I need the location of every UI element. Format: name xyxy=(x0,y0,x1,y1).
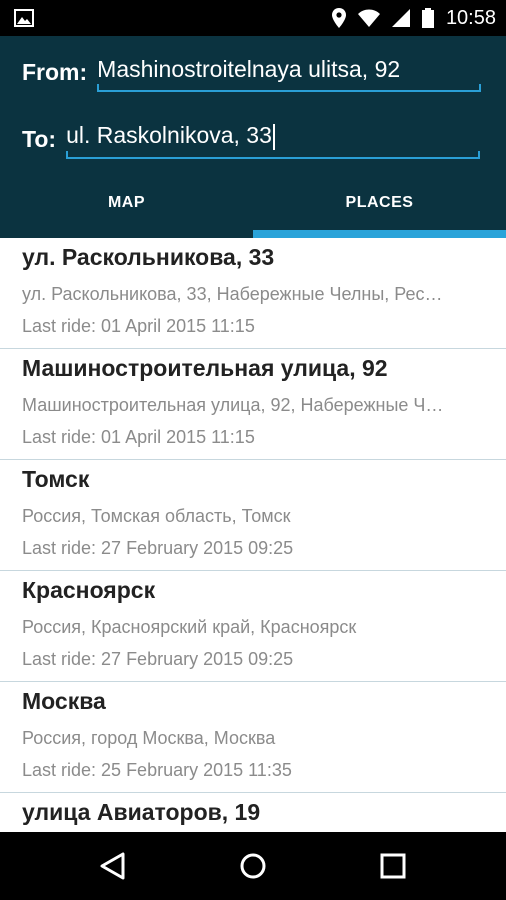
place-title: Красноярск xyxy=(22,577,156,603)
to-input[interactable]: ul. Raskolnikova, 33 xyxy=(66,122,481,159)
route-header: From: Mashinostroitelnaya ulitsa, 92 To:… xyxy=(0,36,506,238)
from-value: Mashinostroitelnaya ulitsa, 92 xyxy=(97,56,401,82)
tab-places-label: PLACES xyxy=(345,194,414,211)
tab-places[interactable]: PLACES xyxy=(253,168,506,238)
place-address: Машиностроительная улица, 92, Набережные… xyxy=(22,395,444,415)
home-icon[interactable] xyxy=(233,846,273,886)
navigation-bar xyxy=(0,832,506,900)
tab-map[interactable]: MAP xyxy=(0,168,253,238)
to-value: ul. Raskolnikova, 33 xyxy=(66,122,272,148)
to-underline xyxy=(66,150,481,159)
to-row: To: ul. Raskolnikova, 33 xyxy=(22,122,481,159)
list-item[interactable]: Москва Россия, город Москва, Москва Last… xyxy=(0,682,506,793)
list-item[interactable]: ул. Раскольникова, 33 ул. Раскольникова,… xyxy=(0,238,506,349)
clock: 10:58 xyxy=(445,6,496,29)
place-title: Томск xyxy=(22,466,90,492)
recents-icon[interactable] xyxy=(373,846,413,886)
place-title: ул. Раскольникова, 33 xyxy=(22,244,275,270)
place-address: Россия, Томская область, Томск xyxy=(22,506,291,526)
place-address: Россия, город Москва, Москва xyxy=(22,728,276,748)
place-title: Машиностроительная улица, 92 xyxy=(22,355,388,381)
place-title: Москва xyxy=(22,688,106,714)
back-icon[interactable] xyxy=(93,846,133,886)
place-last-ride: Last ride: 01 April 2015 11:15 xyxy=(22,316,255,336)
status-bar: 10:58 xyxy=(0,0,506,36)
tab-map-label: MAP xyxy=(107,194,146,211)
place-last-ride: Last ride: 25 February 2015 11:35 xyxy=(22,760,292,780)
image-icon xyxy=(14,9,34,27)
wifi-icon xyxy=(357,9,380,27)
battery-icon xyxy=(421,8,434,28)
list-item[interactable]: Красноярск Россия, Красноярский край, Кр… xyxy=(0,571,506,682)
from-label: From: xyxy=(22,59,88,85)
from-row: From: Mashinostroitelnaya ulitsa, 92 xyxy=(22,56,482,92)
to-label: To: xyxy=(22,125,57,152)
places-list: ул. Раскольникова, 33 ул. Раскольникова,… xyxy=(0,238,506,832)
place-last-ride: Last ride: 27 February 2015 09:25 xyxy=(22,538,294,558)
place-last-ride: Last ride: 01 April 2015 11:15 xyxy=(22,427,255,447)
text-cursor xyxy=(272,123,275,150)
from-underline xyxy=(97,84,482,92)
from-input[interactable]: Mashinostroitelnaya ulitsa, 92 xyxy=(97,56,482,92)
location-icon xyxy=(331,8,346,28)
signal-icon xyxy=(391,9,410,27)
tab-bar: MAP PLACES xyxy=(0,168,506,238)
list-item[interactable]: Томск Россия, Томская область, Томск Las… xyxy=(0,460,506,571)
list-item[interactable]: улица Авиаторов, 19 xyxy=(0,793,506,832)
place-address: ул. Раскольникова, 33, Набережные Челны,… xyxy=(22,284,443,304)
place-title: улица Авиаторов, 19 xyxy=(22,799,261,825)
place-last-ride: Last ride: 27 February 2015 09:25 xyxy=(22,649,294,669)
list-item[interactable]: Машиностроительная улица, 92 Машинострои… xyxy=(0,349,506,460)
place-address: Россия, Красноярский край, Красноярск xyxy=(22,617,357,637)
